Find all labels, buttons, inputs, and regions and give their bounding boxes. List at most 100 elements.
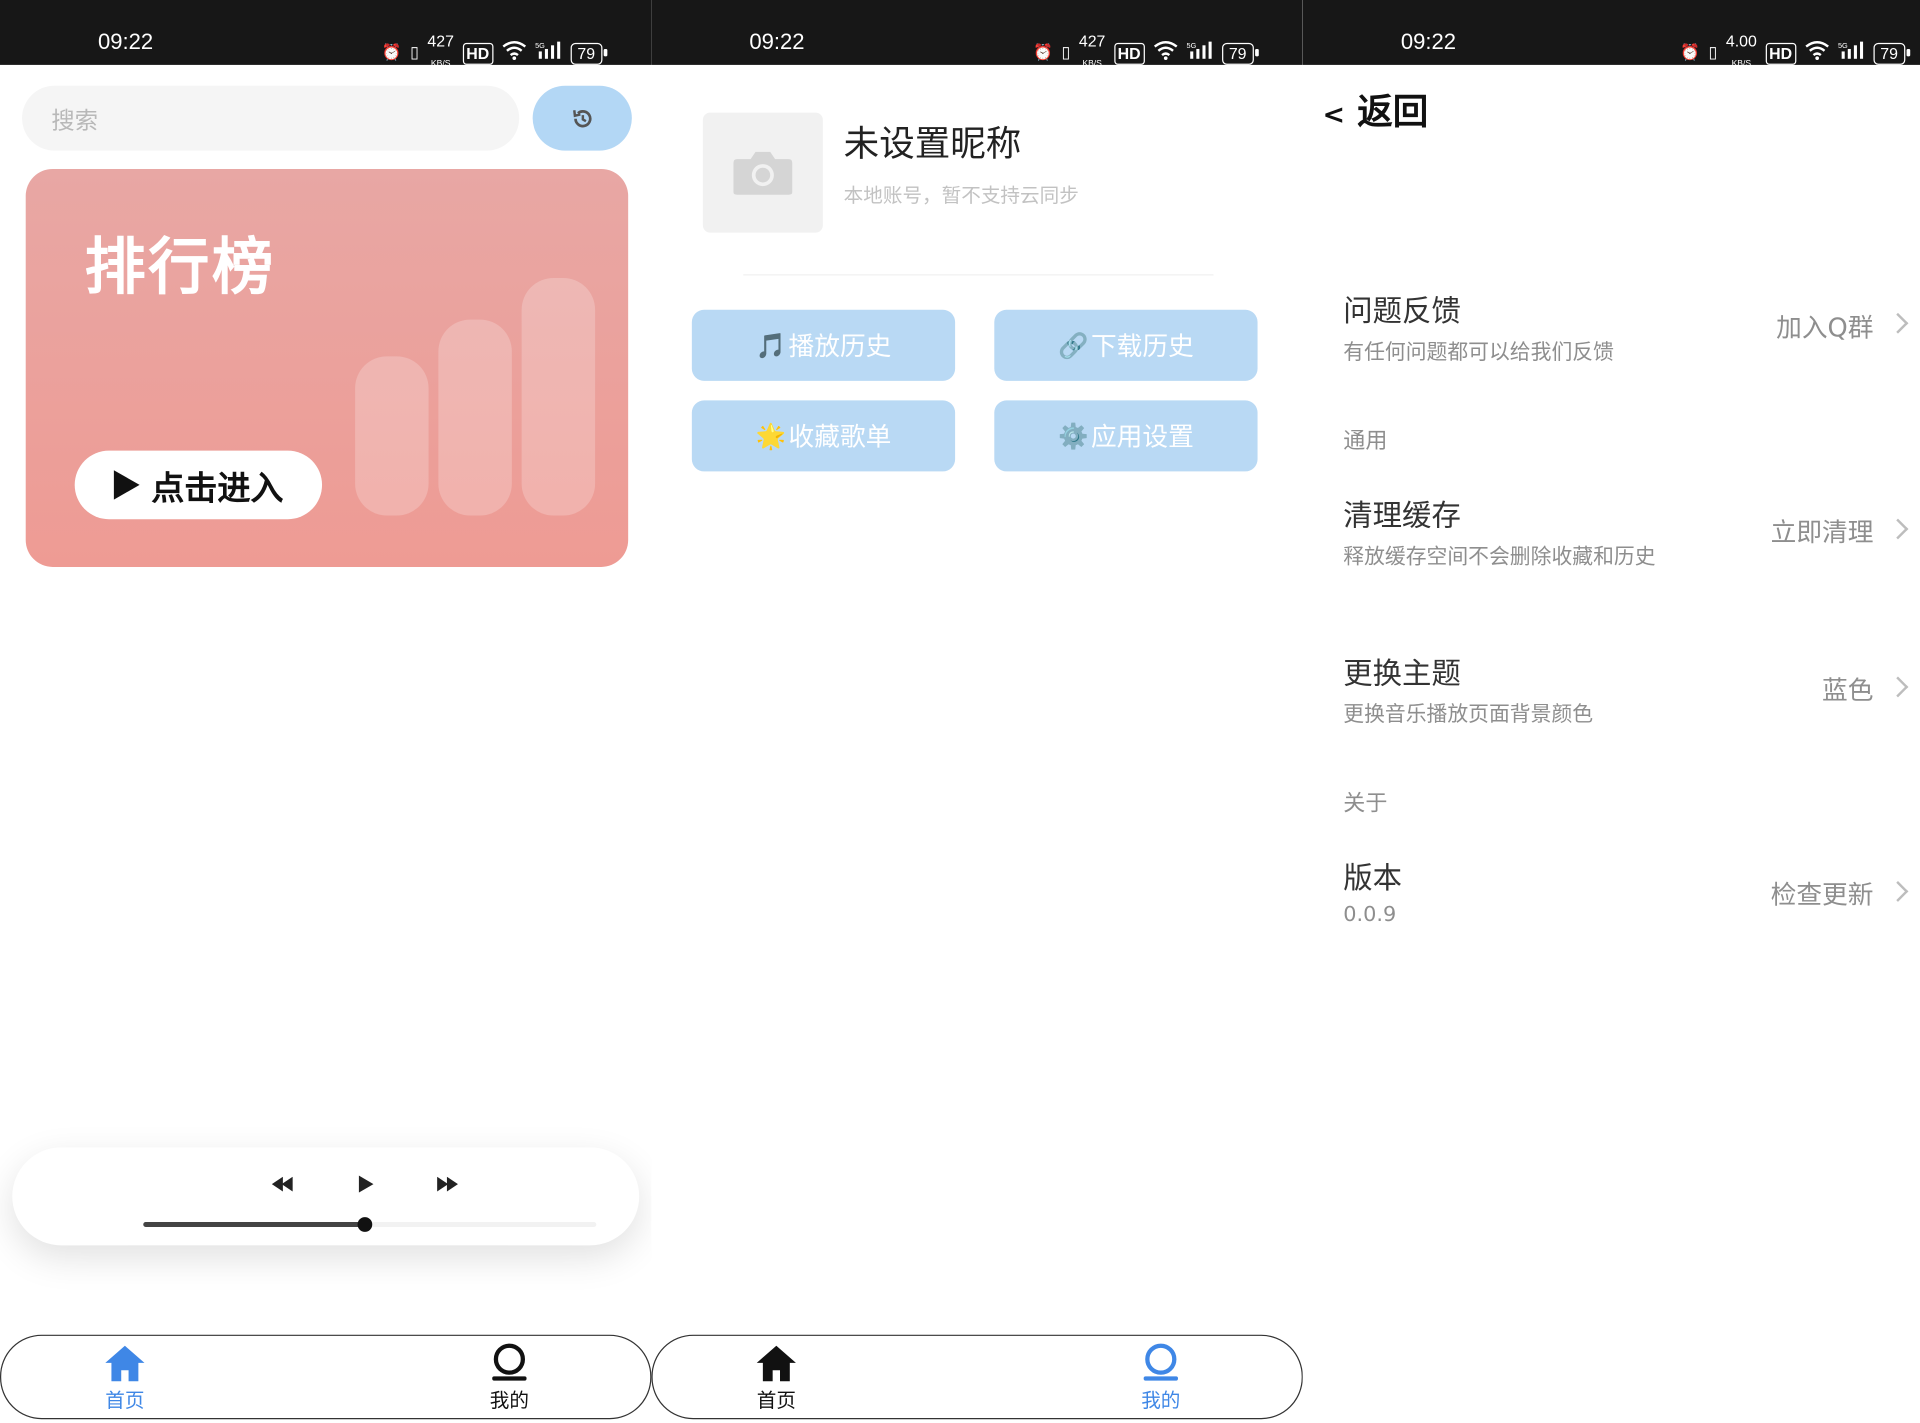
theme-title: 更换主题 bbox=[1343, 656, 1461, 691]
signal-icon: 5G bbox=[1186, 40, 1213, 66]
nav-mine-label: 我的 bbox=[489, 1388, 529, 1412]
enter-label: 点击进入 bbox=[151, 469, 284, 508]
progress-fill bbox=[143, 1222, 366, 1227]
signal-icon: 5G bbox=[1837, 40, 1864, 66]
nav-mine-label: 我的 bbox=[1141, 1388, 1181, 1412]
enter-ranking-button[interactable]: 点击进入 bbox=[74, 450, 323, 520]
ranking-bar-icon bbox=[438, 319, 512, 516]
ranking-bar-icon bbox=[521, 277, 596, 516]
star-icon: 🌟 bbox=[755, 421, 787, 451]
svg-text:5G: 5G bbox=[535, 41, 545, 50]
alarm-icon: ⏰ bbox=[381, 43, 402, 62]
bottom-nav: 首页 我的 bbox=[651, 1334, 1303, 1420]
nav-mine[interactable]: 我的 bbox=[1112, 1343, 1210, 1413]
nav-home[interactable]: 首页 bbox=[76, 1343, 174, 1413]
status-bar: 09:22 ⏰ ▯ 427 KB/S HD 5G 79 bbox=[651, 0, 1303, 69]
bottom-nav: 首页 我的 bbox=[0, 1334, 652, 1420]
chevron-right-icon bbox=[1887, 312, 1909, 334]
back-button[interactable]: < 返回 bbox=[1322, 83, 1428, 134]
battery-icon: 79 bbox=[570, 42, 609, 65]
gear-icon: ⚙️ bbox=[1058, 421, 1089, 451]
history-icon bbox=[572, 109, 591, 127]
feedback-title: 问题反馈 bbox=[1343, 293, 1461, 329]
wifi-icon bbox=[1804, 40, 1829, 66]
section-about: 关于 bbox=[1343, 791, 1388, 817]
download-history-button[interactable]: 🔗 下载历史 bbox=[994, 309, 1258, 381]
music-note-icon: 🎵 bbox=[755, 330, 787, 361]
hd-badge: HD bbox=[1113, 42, 1145, 65]
ranking-bar-icon bbox=[355, 356, 429, 516]
play-history-button[interactable]: 🎵 播放历史 bbox=[691, 309, 956, 381]
play-history-label: 播放历史 bbox=[788, 331, 892, 362]
svg-text:5G: 5G bbox=[1837, 41, 1847, 50]
avatar[interactable] bbox=[702, 112, 823, 233]
net-speed: 4.00 KB/S bbox=[1725, 31, 1757, 69]
search-history-button[interactable] bbox=[532, 85, 632, 151]
search-input[interactable]: 搜索 bbox=[22, 85, 520, 151]
nav-home[interactable]: 首页 bbox=[727, 1343, 825, 1413]
chevron-left-icon: < bbox=[1322, 100, 1346, 132]
clear-cache-action: 立即清理 bbox=[1770, 517, 1874, 548]
hd-badge: HD bbox=[1765, 42, 1796, 65]
back-label: 返回 bbox=[1357, 90, 1429, 133]
previous-button[interactable] bbox=[269, 1172, 296, 1196]
signal-icon: 5G bbox=[535, 40, 562, 66]
theme-subtitle: 更换音乐播放页面背景颜色 bbox=[1343, 702, 1594, 728]
search-placeholder: 搜索 bbox=[51, 107, 98, 135]
download-history-label: 下载历史 bbox=[1090, 331, 1194, 362]
chevron-right-icon bbox=[1887, 881, 1909, 902]
nickname[interactable]: 未设置昵称 bbox=[844, 115, 1022, 166]
settings-screen: 09:22 ⏰ ▯ 4.00 KB/S HD 5G 79 < 返回 问题反馈 有任何… bbox=[1302, 0, 1920, 1423]
net-speed: 427 KB/S bbox=[1078, 31, 1106, 69]
section-general: 通用 bbox=[1343, 428, 1388, 455]
favorite-playlist-button[interactable]: 🌟 收藏歌单 bbox=[691, 400, 956, 472]
user-icon bbox=[1143, 1343, 1178, 1381]
version-number: 0.0.9 bbox=[1343, 902, 1397, 927]
play-triangle-icon bbox=[113, 470, 139, 500]
battery-icon: 79 bbox=[1221, 42, 1260, 65]
progress-knob[interactable] bbox=[357, 1217, 373, 1232]
theme-action: 蓝色 bbox=[1822, 675, 1874, 706]
progress-bar[interactable] bbox=[143, 1217, 597, 1232]
play-button[interactable] bbox=[353, 1172, 380, 1196]
vibrate-icon: ▯ bbox=[1061, 43, 1071, 62]
status-time: 09:22 bbox=[97, 29, 154, 54]
wifi-icon bbox=[1153, 40, 1177, 66]
feedback-subtitle: 有任何问题都可以给我们反馈 bbox=[1343, 340, 1614, 365]
next-button[interactable] bbox=[433, 1172, 460, 1196]
ranking-title: 排行榜 bbox=[84, 231, 276, 303]
net-speed: 427 KB/S bbox=[427, 31, 454, 69]
rewind-icon bbox=[271, 1176, 293, 1192]
app-settings-button[interactable]: ⚙️ 应用设置 bbox=[994, 400, 1258, 472]
home-screen: 09:22 ⏰ ▯ 427 KB/S HD 5G 79 搜索 排行榜 点击进入 … bbox=[0, 0, 652, 1423]
status-bar: 09:22 ⏰ ▯ 4.00 KB/S HD 5G 79 bbox=[1302, 0, 1920, 69]
svg-text:5G: 5G bbox=[1186, 41, 1196, 50]
battery-icon: 79 bbox=[1872, 42, 1911, 65]
version-title: 版本 bbox=[1343, 860, 1403, 896]
feedback-action: 加入Q群 bbox=[1776, 313, 1874, 343]
divider bbox=[743, 274, 1214, 276]
status-time: 09:22 bbox=[1400, 29, 1456, 54]
alarm-icon: ⏰ bbox=[1033, 43, 1053, 62]
user-icon bbox=[492, 1343, 527, 1381]
home-icon bbox=[756, 1345, 796, 1382]
link-icon: 🔗 bbox=[1058, 330, 1089, 361]
chevron-right-icon bbox=[1887, 676, 1909, 698]
hd-badge: HD bbox=[462, 42, 493, 65]
clear-cache-subtitle: 释放缓存空间不会删除收藏和历史 bbox=[1343, 544, 1656, 570]
nav-home-label: 首页 bbox=[756, 1388, 796, 1412]
mini-player bbox=[12, 1147, 640, 1246]
camera-icon bbox=[733, 151, 793, 195]
play-icon bbox=[358, 1175, 374, 1193]
clear-cache-title: 清理缓存 bbox=[1343, 498, 1461, 533]
home-icon bbox=[105, 1345, 145, 1382]
vibrate-icon: ▯ bbox=[410, 43, 419, 62]
ranking-card[interactable]: 排行榜 点击进入 bbox=[25, 168, 629, 567]
vibrate-icon: ▯ bbox=[1708, 43, 1718, 62]
nav-mine[interactable]: 我的 bbox=[460, 1343, 558, 1413]
app-settings-label: 应用设置 bbox=[1090, 422, 1194, 452]
check-update-action: 检查更新 bbox=[1770, 880, 1874, 910]
alarm-icon: ⏰ bbox=[1680, 43, 1700, 62]
favorite-playlist-label: 收藏歌单 bbox=[788, 422, 892, 452]
status-time: 09:22 bbox=[749, 29, 805, 54]
